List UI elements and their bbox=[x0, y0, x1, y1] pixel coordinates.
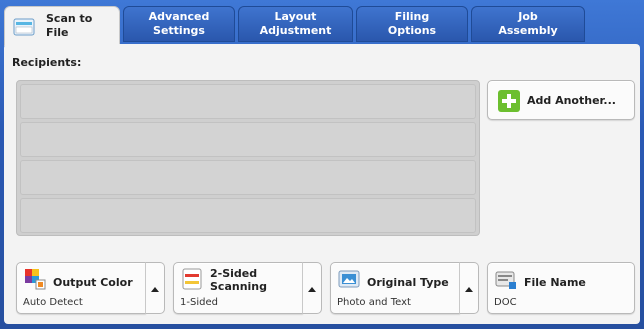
tab-scan-to-file-label: Scan to File bbox=[46, 12, 93, 39]
original-type-title: Original Type bbox=[367, 276, 449, 289]
output-color-button[interactable]: Output Color Auto Detect bbox=[16, 262, 146, 314]
tab-layout-adjustment[interactable]: Layout Adjustment bbox=[238, 6, 353, 42]
two-sided-scanning-value: 1-Sided bbox=[180, 297, 218, 308]
file-name-button[interactable]: File Name DOC bbox=[487, 262, 635, 314]
up-arrow-icon bbox=[151, 287, 159, 292]
file-name-value: DOC bbox=[494, 297, 517, 308]
tab-filing-options-label: Filing Options bbox=[387, 10, 437, 37]
output-color-icon bbox=[25, 269, 46, 290]
two-sided-scanning-title: 2-Sided Scanning bbox=[210, 267, 268, 293]
recipients-label: Recipients: bbox=[12, 56, 82, 69]
original-type-value: Photo and Text bbox=[337, 297, 411, 308]
tab-filing-options[interactable]: Filing Options bbox=[356, 6, 468, 42]
recipient-row[interactable] bbox=[20, 198, 476, 233]
tab-advanced-settings-label: Advanced Settings bbox=[148, 10, 210, 37]
output-color-value: Auto Detect bbox=[23, 297, 83, 308]
original-type-button[interactable]: Original Type Photo and Text bbox=[330, 262, 460, 314]
recipient-row[interactable] bbox=[20, 84, 476, 119]
plus-icon bbox=[498, 90, 520, 112]
file-name-title: File Name bbox=[524, 276, 586, 289]
tab-scan-to-file[interactable]: Scan to File bbox=[4, 6, 120, 46]
add-another-button[interactable]: Add Another... bbox=[487, 80, 635, 120]
two-sided-scanning-icon bbox=[182, 268, 202, 290]
recipient-row[interactable] bbox=[20, 160, 476, 195]
recipient-row[interactable] bbox=[20, 122, 476, 157]
recipients-list bbox=[16, 80, 480, 236]
file-name-icon bbox=[495, 271, 516, 289]
two-sided-scanning-button[interactable]: 2-Sided Scanning 1-Sided bbox=[173, 262, 303, 314]
up-arrow-icon bbox=[308, 287, 316, 292]
tab-advanced-settings[interactable]: Advanced Settings bbox=[123, 6, 235, 42]
add-another-label: Add Another... bbox=[527, 94, 616, 107]
output-color-title: Output Color bbox=[53, 276, 133, 289]
original-type-arrow-button[interactable] bbox=[459, 262, 479, 314]
output-color-arrow-button[interactable] bbox=[145, 262, 165, 314]
tab-job-assembly-label: Job Assembly bbox=[498, 10, 558, 37]
scan-to-file-icon bbox=[13, 18, 35, 36]
two-sided-scanning-arrow-button[interactable] bbox=[302, 262, 322, 314]
tab-job-assembly[interactable]: Job Assembly bbox=[471, 6, 585, 42]
tab-layout-adjustment-label: Layout Adjustment bbox=[259, 10, 332, 37]
up-arrow-icon bbox=[465, 287, 473, 292]
original-type-icon bbox=[338, 270, 360, 288]
